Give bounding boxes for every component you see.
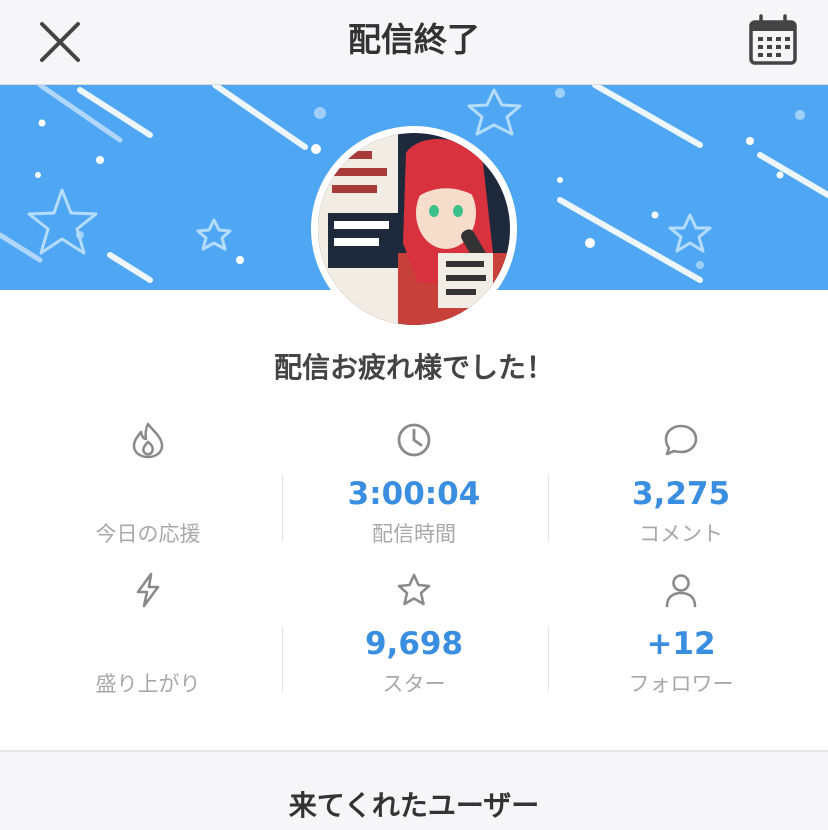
stat-label: 配信時間 xyxy=(372,522,456,546)
flame-icon xyxy=(132,422,164,459)
visitors-section-title: 来てくれたユーザー xyxy=(288,789,540,822)
comment-icon xyxy=(664,424,698,456)
stat-label: スター xyxy=(382,672,446,696)
calendar-icon xyxy=(749,14,797,65)
stat-today-support: 今日の応援 xyxy=(15,420,281,546)
stat-comments: 3,275 コメント xyxy=(548,420,814,546)
clock-icon xyxy=(397,423,431,457)
stat-label: フォロワー xyxy=(628,672,734,696)
stat-label: 今日の応援 xyxy=(95,522,201,546)
stat-value: +12 xyxy=(646,626,716,662)
stat-label: コメント xyxy=(639,522,723,546)
header-bar: 配信終了 xyxy=(0,0,828,85)
page-title: 配信終了 xyxy=(348,20,480,59)
calendar-button[interactable] xyxy=(748,14,798,66)
lightning-icon xyxy=(136,572,160,608)
stat-excitement: 盛り上がり xyxy=(15,570,281,696)
stat-value: 3,275 xyxy=(631,476,731,512)
stat-value: 9,698 xyxy=(364,626,464,662)
streamer-avatar xyxy=(311,126,517,332)
close-button[interactable] xyxy=(36,18,84,66)
stat-stream-time: 3:00:04 配信時間 xyxy=(281,420,547,546)
star-icon xyxy=(397,573,431,606)
stat-value: 3:00:04 xyxy=(347,476,481,512)
close-icon xyxy=(40,22,80,62)
person-icon xyxy=(665,574,697,608)
stat-stars: 9,698 スター xyxy=(281,570,547,696)
stat-followers: +12 フォロワー xyxy=(548,570,814,696)
stat-label: 盛り上がり xyxy=(95,672,201,696)
thanks-message: 配信お疲れ様でした！ xyxy=(273,351,554,384)
avatar-image xyxy=(318,133,510,325)
